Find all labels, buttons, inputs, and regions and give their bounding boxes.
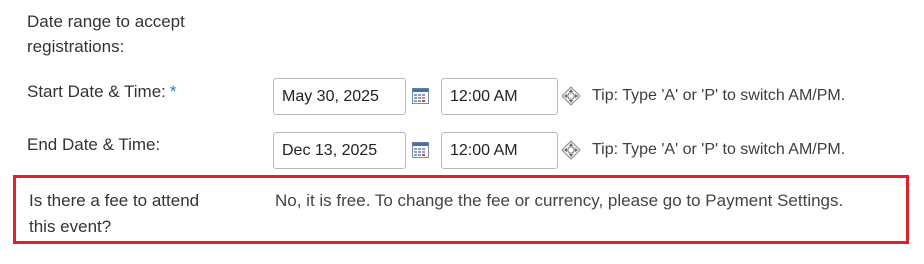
time-spinner-icon[interactable]: [561, 86, 581, 106]
start-time-input[interactable]: 12:00 AM: [441, 78, 558, 115]
end-time-input[interactable]: 12:00 AM: [441, 132, 558, 169]
date-range-label-line2: registrations:: [27, 37, 125, 56]
fee-info-text: No, it is free. To change the fee or cur…: [275, 191, 844, 210]
start-date-input[interactable]: May 30, 2025: [273, 78, 406, 115]
start-label-text: Start Date & Time:: [27, 82, 166, 101]
end-date-input[interactable]: Dec 13, 2025: [273, 132, 406, 169]
end-date-time-label: End Date & Time:: [27, 135, 161, 154]
required-asterisk: *: [169, 82, 177, 101]
start-date-time-label: Start Date & Time: *: [27, 80, 177, 104]
date-range-label-line1: Date range to accept: [27, 12, 185, 31]
fee-label-line1: Is there a fee to attend: [29, 191, 200, 210]
time-spinner-icon[interactable]: [561, 140, 581, 160]
fee-highlight-box: Is there a fee to attend this event? No,…: [13, 175, 909, 244]
fee-question-label: Is there a fee to attend this event?: [29, 188, 199, 240]
calendar-icon[interactable]: [411, 86, 431, 106]
end-time-tip: Tip: Type 'A' or 'P' to switch AM/PM.: [592, 141, 846, 158]
fee-label-line2: this event?: [29, 217, 112, 236]
calendar-icon[interactable]: [411, 140, 431, 160]
start-time-tip: Tip: Type 'A' or 'P' to switch AM/PM.: [592, 87, 846, 104]
